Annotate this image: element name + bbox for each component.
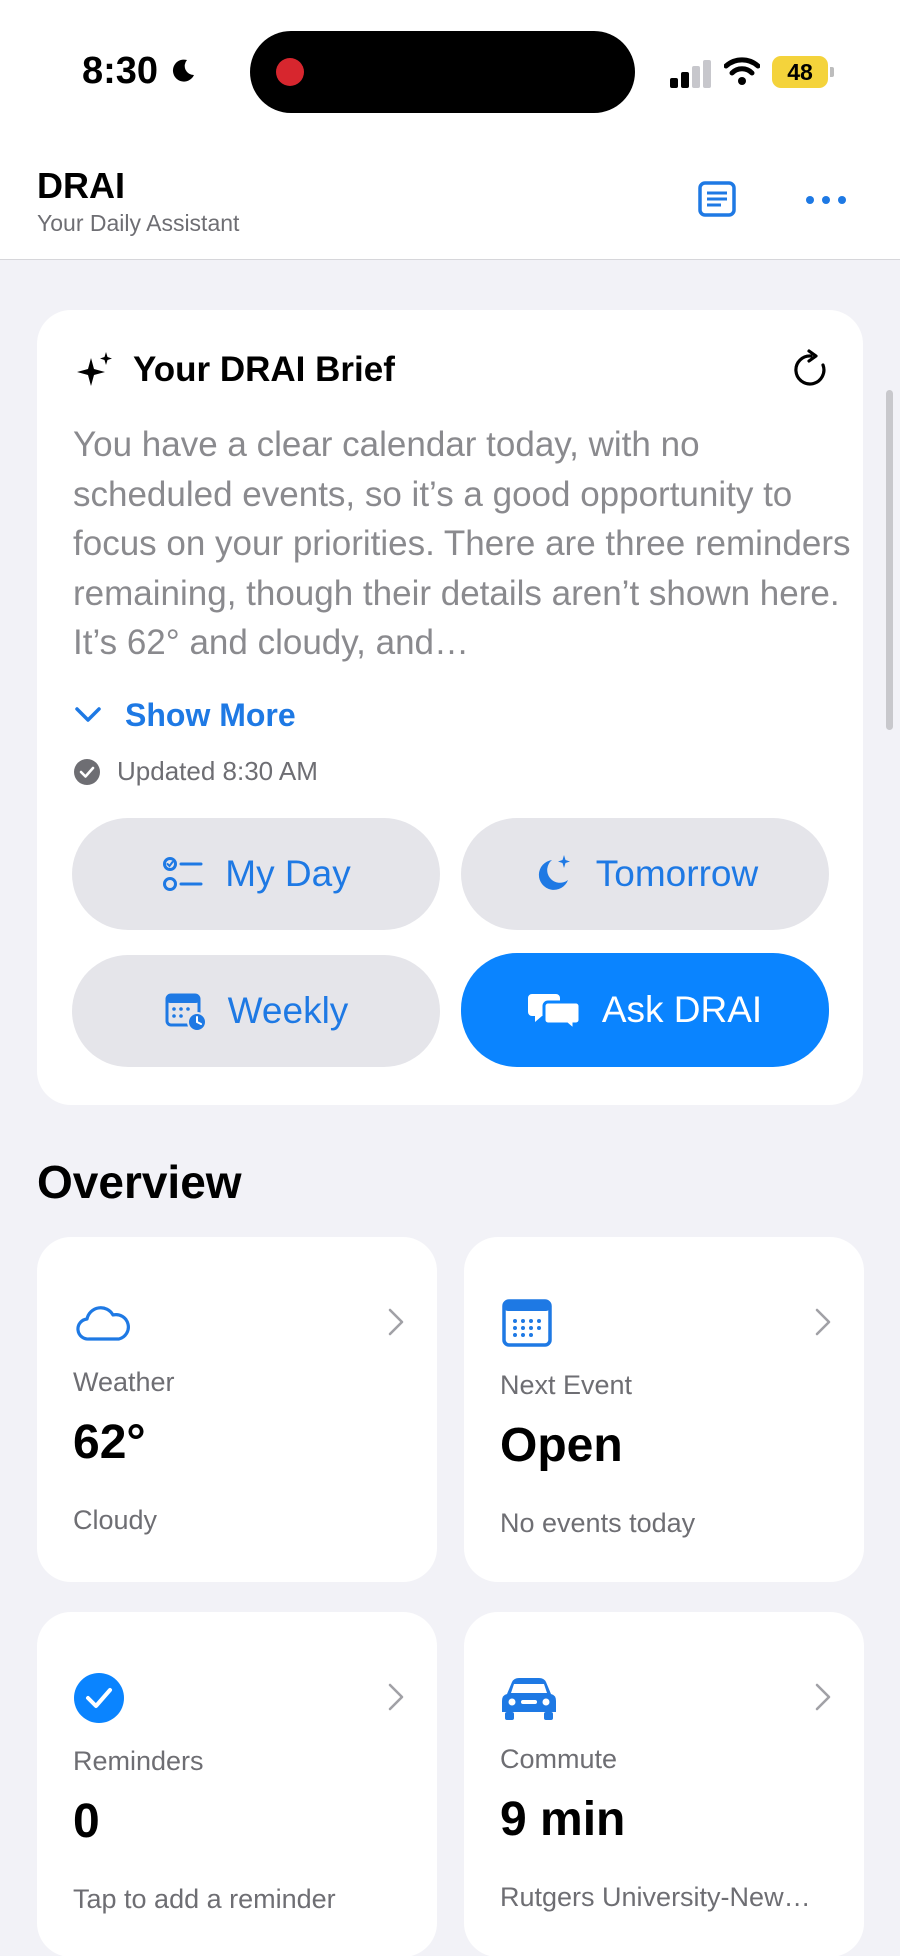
checkmark-circle-icon [74, 758, 100, 785]
weekly-label: Weekly [227, 990, 349, 1031]
chevron-right-icon [815, 1683, 831, 1711]
nav-header: DRAI Your Daily Assistant [0, 140, 900, 260]
calendar-icon [502, 1299, 552, 1347]
my-day-label: My Day [225, 853, 351, 894]
tomorrow-label: Tomorrow [595, 853, 759, 894]
brief-card: Your DRAI Brief You have a clear calenda… [37, 310, 863, 1105]
next-event-value: Open [500, 1419, 623, 1472]
updated-label: Updated 8:30 AM [117, 756, 318, 786]
status-time: 8:30 [82, 50, 159, 92]
cellular-signal-icon [670, 60, 711, 88]
chevron-right-icon [388, 1308, 404, 1336]
weather-condition: Cloudy [73, 1505, 158, 1535]
chevron-down-icon [75, 707, 101, 722]
chevron-right-icon [815, 1308, 831, 1336]
weekly-button[interactable]: Weekly [72, 955, 440, 1067]
overview-heading: Overview [37, 1156, 242, 1208]
reminders-label: Reminders [73, 1746, 204, 1776]
calendar-clock-icon [165, 993, 207, 1032]
ask-drai-button[interactable]: Ask DRAI [461, 953, 829, 1067]
checkmark-circle-icon [74, 1673, 124, 1723]
cloud-icon [76, 1306, 130, 1341]
refresh-icon[interactable] [789, 348, 833, 392]
my-day-button[interactable]: My Day [72, 818, 440, 930]
chevron-right-icon [388, 1683, 404, 1711]
weather-value: 62° [73, 1416, 146, 1469]
recording-indicator-icon [276, 58, 304, 86]
next-event-label: Next Event [500, 1370, 633, 1400]
commute-destination: Rutgers University-New… [500, 1882, 811, 1912]
commute-time: 9 min [500, 1793, 626, 1846]
reminders-hint: Tap to add a reminder [73, 1884, 336, 1914]
brief-title: Your DRAI Brief [133, 350, 395, 389]
wifi-icon [724, 57, 760, 85]
scroll-indicator[interactable] [886, 390, 893, 730]
show-more-button[interactable]: Show More [73, 690, 296, 740]
tomorrow-button[interactable]: Tomorrow [461, 818, 829, 930]
show-more-label: Show More [125, 696, 296, 733]
document-icon[interactable] [696, 178, 738, 220]
updated-status: Updated 8:30 AM [73, 756, 318, 787]
more-icon[interactable] [803, 185, 849, 215]
weather-tile[interactable]: Weather 62° Cloudy [37, 1237, 437, 1582]
commute-tile[interactable]: Commute 9 min Rutgers University-New… [464, 1612, 864, 1956]
battery-indicator: 48 [772, 56, 834, 88]
moon-icon [172, 59, 194, 82]
weather-label: Weather [73, 1367, 175, 1397]
ask-drai-label: Ask DRAI [601, 989, 763, 1030]
sparkle-icon [77, 352, 112, 386]
moon-stars-icon [538, 855, 570, 890]
dynamic-island [250, 31, 635, 113]
brief-summary-text: You have a clear calendar today, with no… [73, 425, 851, 662]
app-subtitle: Your Daily Assistant [37, 210, 240, 236]
commute-label: Commute [500, 1744, 618, 1774]
next-event-tile[interactable]: Next Event Open No events today [464, 1237, 864, 1582]
next-event-detail: No events today [500, 1508, 696, 1538]
car-icon [502, 1678, 556, 1720]
checklist-icon [163, 857, 203, 891]
app-title: DRAI [37, 165, 125, 206]
reminders-count: 0 [73, 1795, 100, 1848]
reminders-tile[interactable]: Reminders 0 Tap to add a reminder [37, 1612, 437, 1956]
status-bar: 8:30 48 [0, 0, 900, 140]
chat-bubbles-icon [527, 994, 582, 1032]
